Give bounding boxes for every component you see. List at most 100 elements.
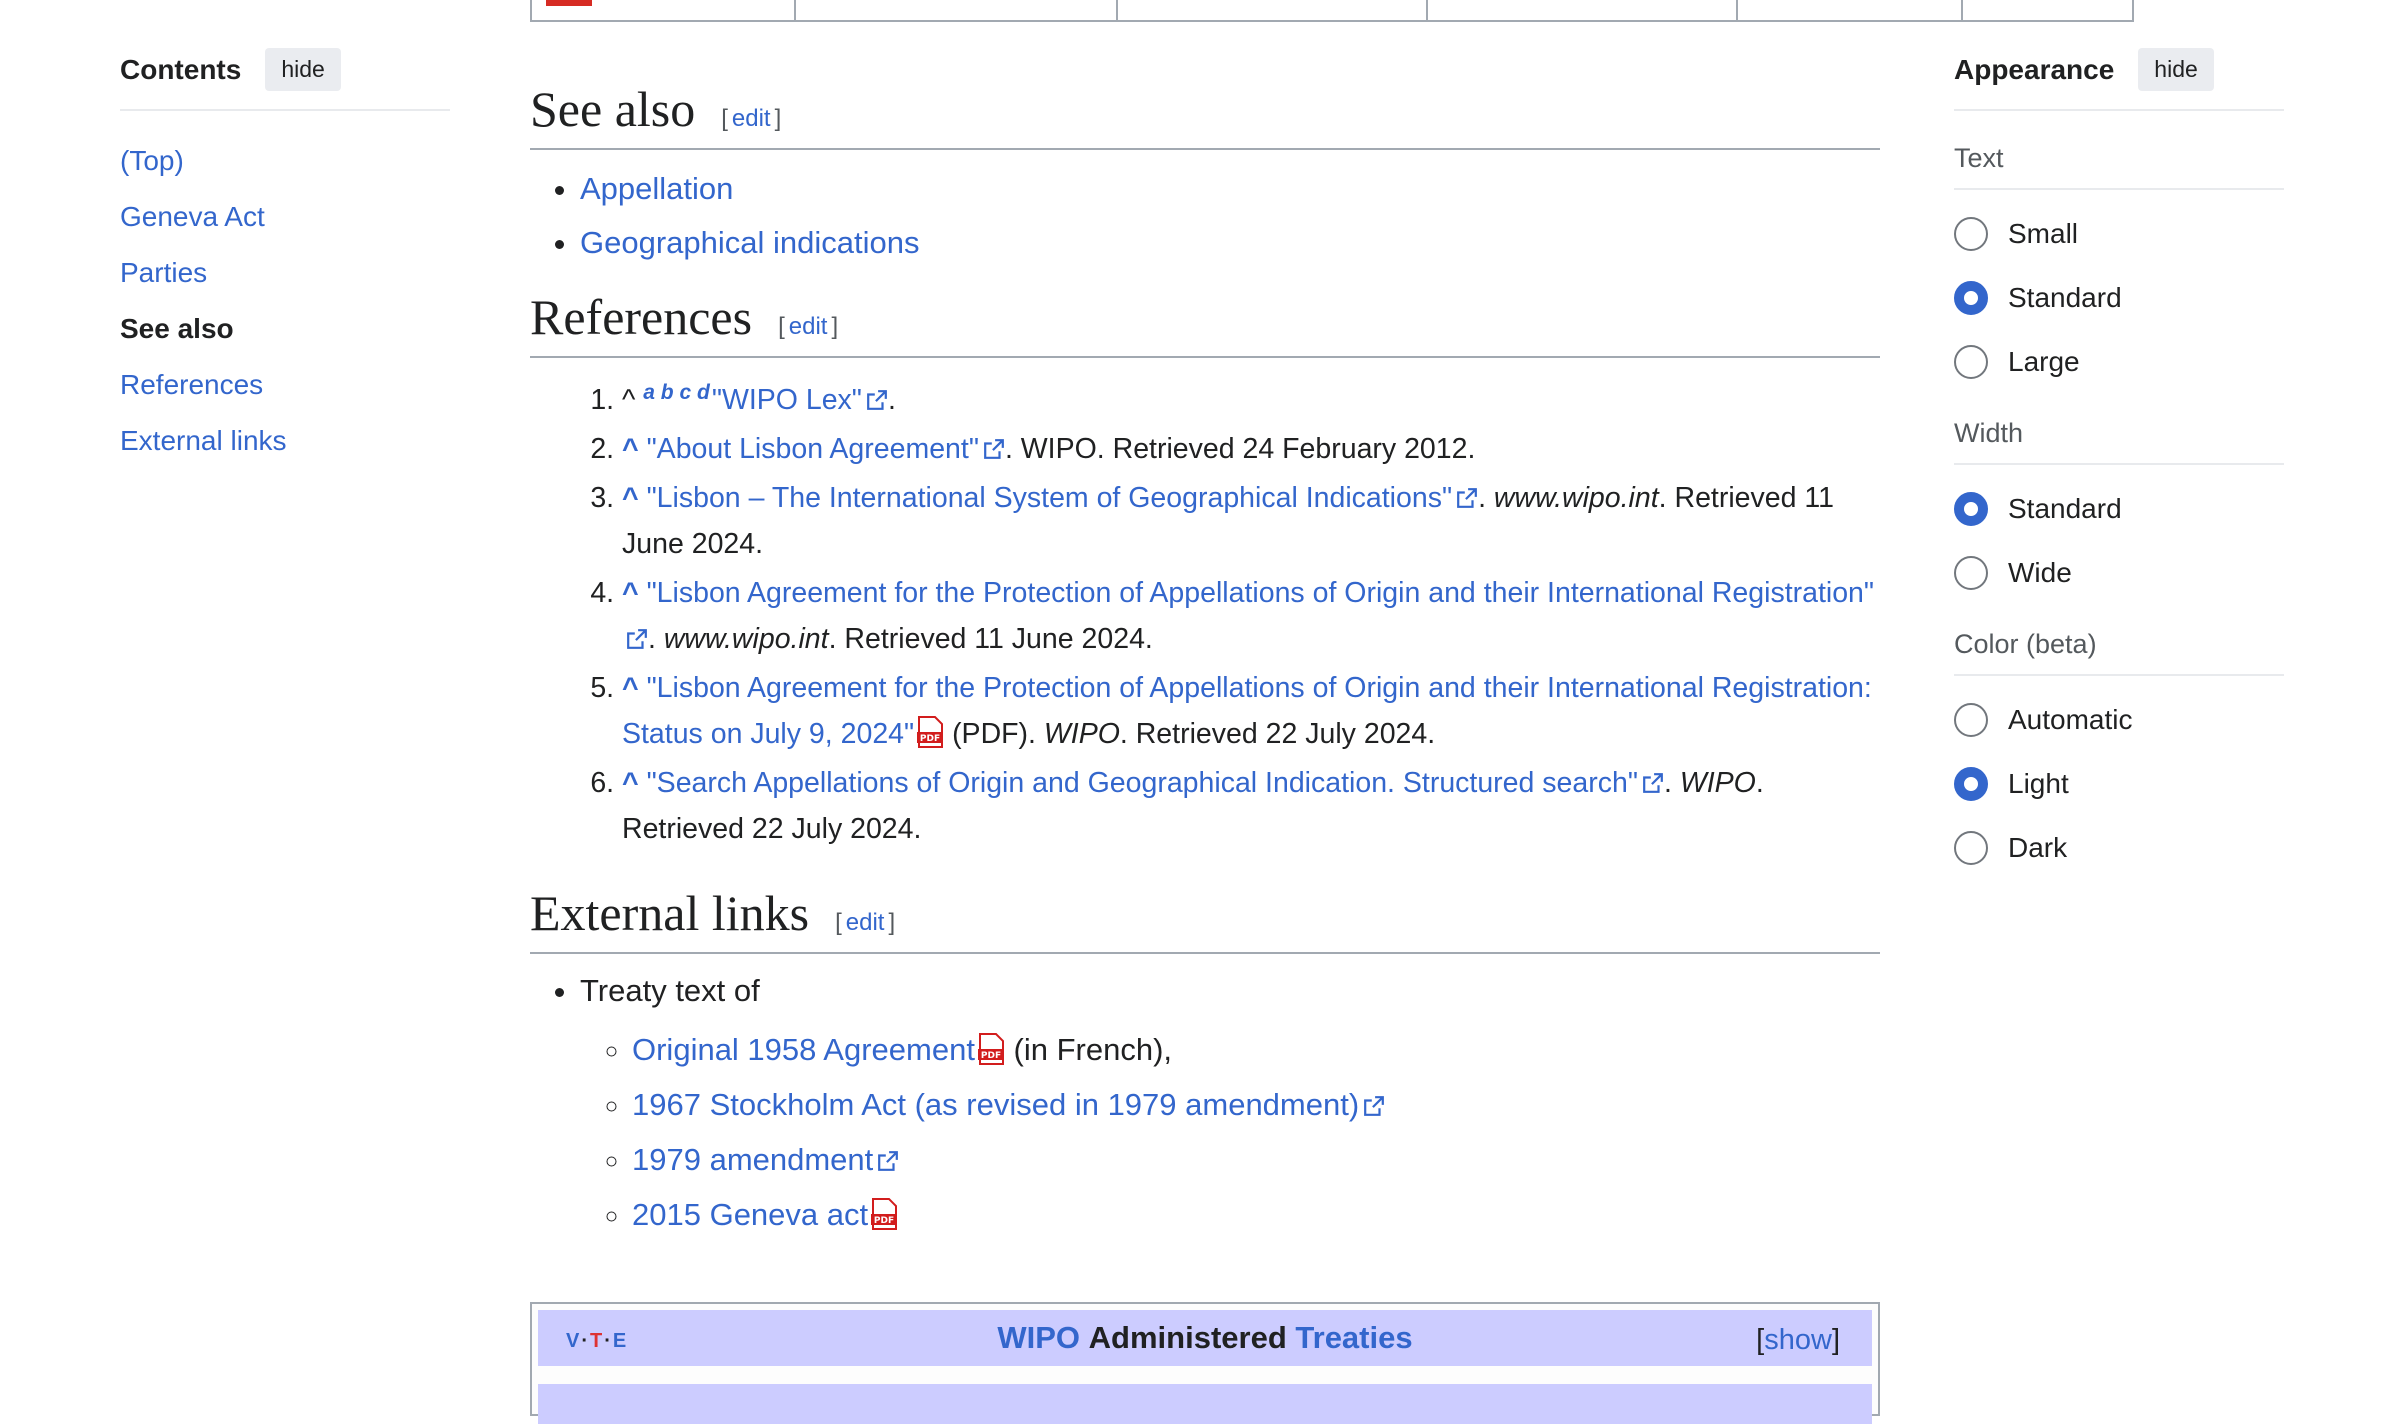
backlinks[interactable]: a b c d <box>643 381 710 404</box>
edit-link[interactable]: edit <box>789 313 828 340</box>
reference-site: WIPO <box>1043 718 1120 750</box>
list-item: Original 1958 Agreement PDF (in French), <box>632 1022 1880 1077</box>
svg-text:PDF: PDF <box>981 1051 1001 1061</box>
link-original-1958-agreement[interactable]: Original 1958 Agreement <box>632 1032 975 1067</box>
toc-hide-button[interactable]: hide <box>265 48 341 91</box>
caret-link[interactable]: ^ <box>622 433 647 465</box>
toc-item-references[interactable]: References <box>120 357 450 413</box>
text-size-standard-option[interactable]: Standard <box>1954 266 2284 330</box>
external-link-icon <box>627 629 647 649</box>
list-item: Treaty text of Original 1958 Agreement PD… <box>580 964 1880 1242</box>
link-2015-geneva-act[interactable]: 2015 Geneva act <box>632 1197 868 1232</box>
toc-header: Contents hide <box>120 48 450 111</box>
section-external-links: External links [edit] Treaty text of Ori… <box>530 884 1880 1242</box>
edit-link[interactable]: edit <box>846 909 885 936</box>
reference-format: (PDF). <box>952 718 1036 750</box>
text-size-options: Small Standard Large <box>1954 190 2284 394</box>
external-link-icon <box>1643 773 1663 793</box>
edit-link[interactable]: edit <box>732 105 771 132</box>
radio-automatic[interactable] <box>1954 703 1988 737</box>
vte-view-link[interactable]: V <box>566 1330 581 1352</box>
navbox-show-button[interactable]: show <box>1764 1324 1832 1356</box>
toc-item-geneva-act[interactable]: Geneva Act <box>120 189 450 245</box>
color-label: Color (beta) <box>1954 605 2284 676</box>
reference-link[interactable]: "Search Appellations of Origin and Geogr… <box>647 767 1638 799</box>
pdf-icon: PDF <box>917 716 944 748</box>
width-standard-option[interactable]: Standard <box>1954 477 2284 541</box>
heading-references: References [edit] <box>530 288 1880 358</box>
list-item: 1979 amendment <box>632 1132 1880 1187</box>
option-label: Automatic <box>2008 704 2133 735</box>
edit-section: [edit] <box>778 313 839 340</box>
reference-tail: . WIPO. Retrieved 24 February 2012. <box>1004 433 1476 465</box>
option-label: Small <box>2008 218 2079 249</box>
caret-link[interactable]: ^ <box>622 482 647 514</box>
caret-link[interactable]: ^ <box>622 577 647 609</box>
appearance-header: Appearance hide <box>1954 48 2284 111</box>
reference-tail: . Retrieved 22 July 2024. <box>1119 718 1436 750</box>
heading-text: External links <box>530 885 810 941</box>
radio-standard[interactable] <box>1954 281 1988 315</box>
navbox-title-link-treaties[interactable]: Treaties <box>1295 1320 1412 1356</box>
reference-link[interactable]: "WIPO Lex" <box>712 384 862 416</box>
navbox-second-title-bar <box>538 1384 1872 1424</box>
toc-list: (Top) Geneva Act Parties See also Refere… <box>120 133 450 469</box>
pdf-icon: PDF <box>871 1198 898 1230</box>
link-1979-amendment[interactable]: 1979 amendment <box>632 1142 873 1177</box>
list-item: 2015 Geneva act PDF <box>632 1187 1880 1242</box>
see-also-link-appellation[interactable]: Appellation <box>580 171 733 206</box>
section-see-also: See also [edit] Appellation Geographical… <box>530 80 1880 270</box>
references-list: ^ a b c d"WIPO Lex". ^ "About Lisbon Agr… <box>530 370 1880 852</box>
color-dark-option[interactable]: Dark <box>1954 816 2284 880</box>
vte-talk-link[interactable]: T <box>590 1330 604 1352</box>
see-also-link-geographical-indications[interactable]: Geographical indications <box>580 225 920 260</box>
reference-item: ^ "About Lisbon Agreement" . WIPO. Retrie… <box>622 426 1880 472</box>
toc-item-parties[interactable]: Parties <box>120 245 450 301</box>
toc-item-top[interactable]: (Top) <box>120 133 450 189</box>
color-automatic-option[interactable]: Automatic <box>1954 688 2284 752</box>
reference-link[interactable]: "Lisbon Agreement for the Protection of … <box>647 577 1874 609</box>
radio-light[interactable] <box>1954 767 1988 801</box>
option-label: Dark <box>2008 832 2068 863</box>
radio-dark[interactable] <box>1954 831 1988 865</box>
appearance-hide-button[interactable]: hide <box>2138 48 2214 91</box>
radio-small[interactable] <box>1954 217 1988 251</box>
width-label: Width <box>1954 394 2284 465</box>
reference-site: WIPO <box>1679 767 1756 799</box>
text-size-large-option[interactable]: Large <box>1954 330 2284 394</box>
toc-item-external-links[interactable]: External links <box>120 413 450 469</box>
navbox-title-link-wipo[interactable]: WIPO <box>997 1320 1080 1356</box>
heading-see-also: See also [edit] <box>530 80 1880 150</box>
text-size-small-option[interactable]: Small <box>1954 202 2284 266</box>
toc-item-see-also[interactable]: See also <box>120 301 450 357</box>
treaty-text-intro: Treaty text of <box>580 973 760 1008</box>
edit-section: [edit] <box>721 105 782 132</box>
flag-icon <box>546 0 592 6</box>
vte-edit-link[interactable]: E <box>613 1330 628 1352</box>
width-wide-option[interactable]: Wide <box>1954 541 2284 605</box>
option-label: Wide <box>2008 557 2072 588</box>
caret-link[interactable]: ^ <box>622 672 647 704</box>
reference-site: www.wipo.int <box>663 623 829 655</box>
color-light-option[interactable]: Light <box>1954 752 2284 816</box>
heading-text: See also <box>530 81 696 137</box>
svg-text:PDF: PDF <box>920 734 940 744</box>
external-link-icon <box>1364 1096 1385 1116</box>
list-item: 1967 Stockholm Act (as revised in 1979 a… <box>632 1077 1880 1132</box>
external-links-list: Treaty text of Original 1958 Agreement PD… <box>530 964 1880 1242</box>
reference-tail: . Retrieved 11 June 2024. <box>828 623 1153 655</box>
radio-width-standard[interactable] <box>1954 492 1988 526</box>
caret: ^ <box>622 384 644 416</box>
reference-link[interactable]: "About Lisbon Agreement" <box>647 433 979 465</box>
reference-item: ^ "Lisbon Agreement for the Protection o… <box>622 665 1880 757</box>
reference-tail: . <box>887 384 896 416</box>
reference-link[interactable]: "Lisbon – The International System of Ge… <box>647 482 1453 514</box>
radio-width-wide[interactable] <box>1954 556 1988 590</box>
pdf-icon: PDF <box>977 1033 1004 1065</box>
list-item: Appellation <box>580 162 1880 216</box>
text-size-label: Text <box>1954 111 2284 190</box>
link-1967-stockholm-act[interactable]: 1967 Stockholm Act (as revised in 1979 a… <box>632 1087 1359 1122</box>
caret-link[interactable]: ^ <box>622 767 647 799</box>
appearance-title: Appearance <box>1954 53 2115 85</box>
radio-large[interactable] <box>1954 345 1988 379</box>
